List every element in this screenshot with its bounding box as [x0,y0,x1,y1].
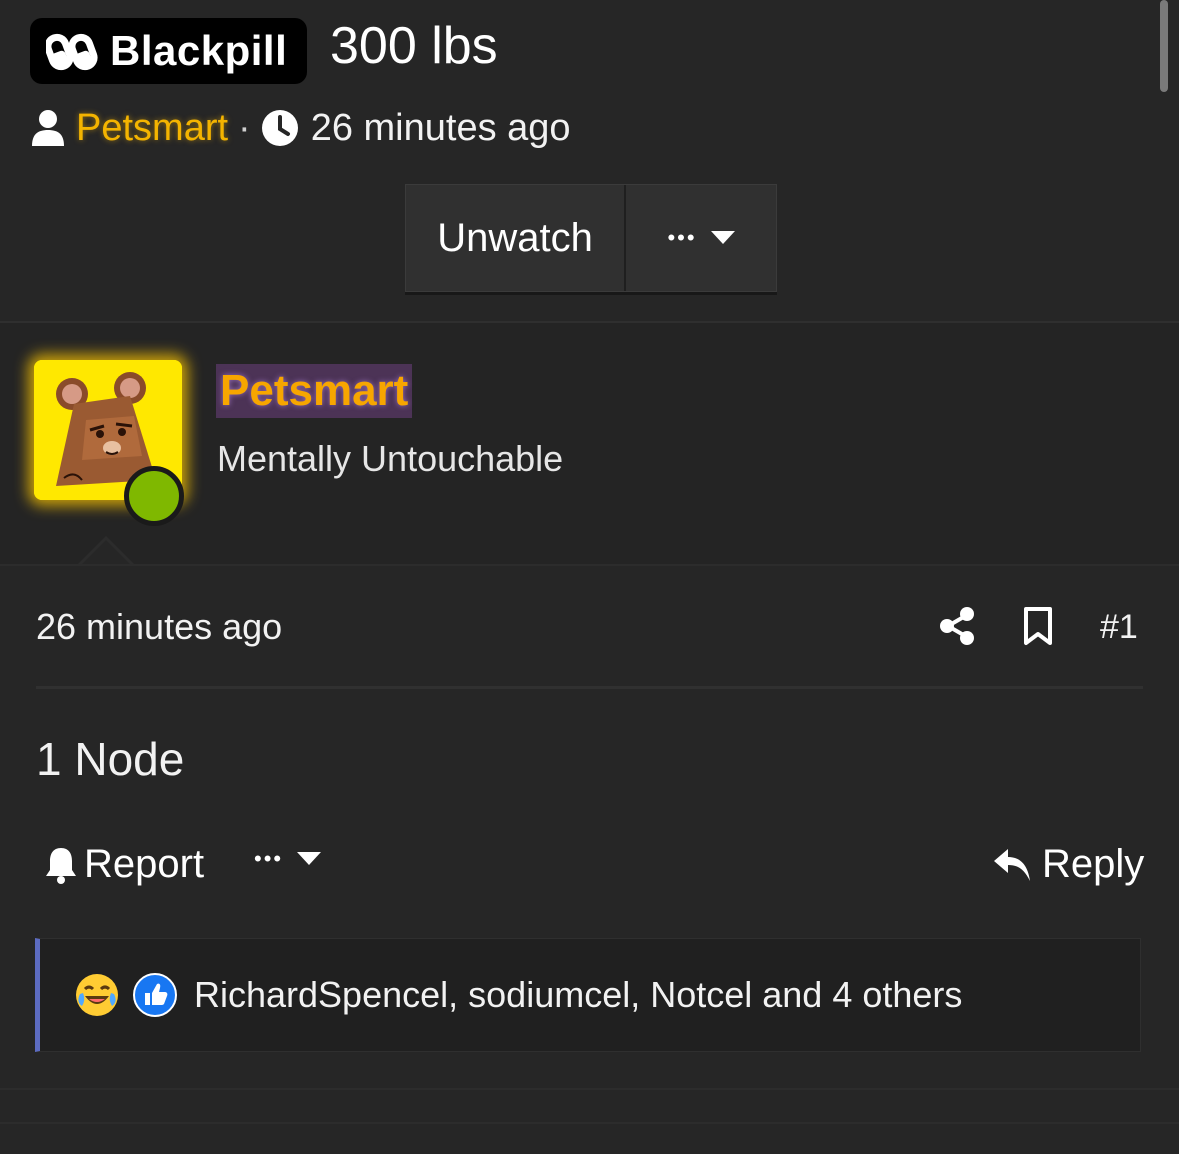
post-username[interactable]: Petsmart [216,364,413,418]
post-header-rule [36,686,1143,689]
post-time[interactable]: 26 minutes ago [36,606,282,648]
reply-icon [994,848,1030,881]
thread-more-button[interactable]: ••• [626,185,776,291]
more-dots-label: ••• [667,225,697,250]
meta-separator: · [238,106,251,149]
thumbs-up-icon [133,973,177,1017]
laughing-crying-emoji [76,974,118,1016]
prefix-label: Blackpill [110,27,288,74]
caret-down-icon [710,231,735,244]
pill-icon [46,33,98,71]
post-more-button[interactable]: ••• [254,846,322,872]
clock-icon [261,110,298,146]
divider [0,1122,1179,1124]
scrollbar[interactable] [1160,0,1168,92]
divider [0,1088,1179,1090]
reply-label: Reply [1042,842,1145,886]
reactions-bar[interactable]: RichardSpencel, sodiumcel, Notcel and 4 … [35,938,1141,1052]
thread-meta: Petsmart · 26 minutes ago [30,104,571,152]
post-number-link[interactable]: #1 [1100,608,1138,647]
user-icon [32,110,64,146]
report-button[interactable]: Report [44,842,204,887]
bookmark-icon[interactable] [1022,606,1054,646]
divider [0,564,1179,566]
reaction-users[interactable]: RichardSpencel, sodiumcel, Notcel and 4 … [194,974,962,1016]
unwatch-button[interactable]: Unwatch [406,185,626,291]
post-content: 1 Node [36,733,185,785]
online-status-indicator [124,466,184,526]
thread-author-link[interactable]: Petsmart [76,107,228,150]
thread-time[interactable]: 26 minutes ago [311,107,571,150]
thread-title: 300 lbs [330,17,498,75]
more-dots-label: ••• [254,846,284,871]
share-icon[interactable] [938,606,976,646]
caret-down-icon [297,852,322,865]
reply-button[interactable]: Reply [992,842,1144,887]
report-label: Report [84,842,205,886]
prefix-badge[interactable]: Blackpill [30,18,308,84]
user-title: Mentally Untouchable [217,438,564,479]
bell-icon [46,847,76,884]
thread-actions: Unwatch ••• [405,184,777,292]
